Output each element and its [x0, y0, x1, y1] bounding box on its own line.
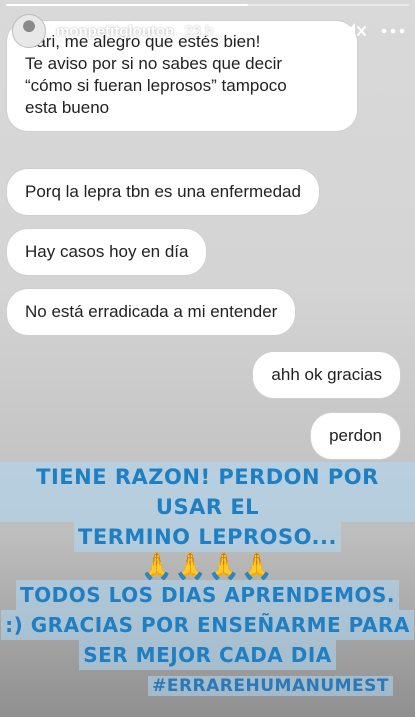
message-bubble-sent: perdon: [310, 412, 401, 460]
caption-line: TIENE RAZON! PERDON POR USAR EL: [0, 462, 415, 522]
message-bubble-received: Hay casos hoy en día: [6, 228, 208, 276]
story-progress-bar: [6, 4, 409, 6]
mute-icon[interactable]: [345, 22, 367, 40]
username[interactable]: monpetitglouton: [56, 23, 174, 40]
hashtag[interactable]: #ERRAREHUMANUMEST: [148, 676, 393, 696]
caption-line: :) GRACIAS POR ENSEÑARME PARA: [1, 610, 414, 640]
praying-hands-emoji: 🙏🙏🙏🙏: [140, 552, 275, 582]
post-time: 23 h: [184, 22, 214, 40]
message-bubble-received: Porq la lepra tbn es una enfermedad: [6, 168, 320, 216]
story-progress-fill: [6, 4, 248, 6]
story-caption-learning: TODOS LOS DIAS APRENDEMOS. :) GRACIAS PO…: [0, 580, 415, 670]
message-line: esta bueno: [25, 98, 110, 117]
message-bubble-sent: ahh ok gracias: [252, 351, 401, 399]
story-header: monpetitglouton 23 h: [12, 14, 405, 48]
story-caption-apology: TIENE RAZON! PERDON POR USAR EL TERMINO …: [0, 462, 415, 582]
header-controls: [315, 22, 405, 40]
message-line: “cómo si fueran leprosos” tampoco: [25, 76, 287, 95]
avatar[interactable]: [12, 14, 46, 48]
caption-line: TERMINO LEPROSO...: [74, 522, 341, 552]
caption-line: SER MEJOR CADA DIA: [79, 640, 336, 670]
message-bubble-received: No está erradicada a mi entender: [6, 288, 297, 336]
play-icon[interactable]: [315, 22, 331, 40]
caption-line: TODOS LOS DIAS APRENDEMOS.: [15, 580, 399, 610]
message-line: Te aviso por si no sabes que decir: [25, 54, 283, 73]
more-options-icon[interactable]: [381, 28, 405, 34]
